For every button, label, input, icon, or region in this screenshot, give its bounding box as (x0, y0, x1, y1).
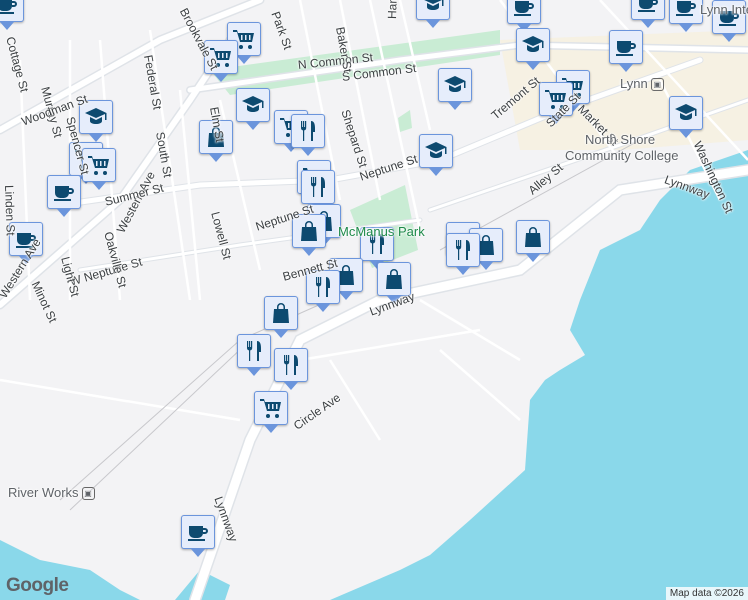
coffee-marker[interactable] (47, 175, 81, 217)
shopping-icon (301, 221, 317, 241)
cart-icon (88, 156, 109, 175)
education-marker[interactable] (516, 28, 550, 70)
restaurant-icon (284, 355, 298, 375)
education-marker[interactable] (419, 134, 453, 176)
restaurant-icon (311, 177, 325, 197)
river-works-name: River Works (8, 485, 79, 500)
train-station-icon: ▣ (81, 487, 95, 501)
coffee-marker[interactable] (181, 515, 215, 557)
street-label: Linden St (2, 184, 18, 236)
education-marker[interactable] (416, 0, 450, 28)
street-label: Hanover St (385, 0, 401, 19)
coffee-icon (514, 1, 534, 16)
college-label-line1[interactable]: North Shore (585, 132, 655, 147)
coffee-marker[interactable] (0, 0, 24, 30)
shopping-marker[interactable] (516, 220, 550, 262)
coffee-icon (188, 526, 208, 541)
education-marker[interactable] (669, 96, 703, 138)
train-station-icon: ▣ (650, 78, 664, 92)
coffee-icon (0, 0, 17, 14)
education-icon (425, 142, 447, 158)
cart-icon (260, 399, 281, 418)
restaurant-icon (316, 277, 330, 297)
cart-marker[interactable] (254, 391, 288, 433)
map-attribution[interactable]: Map data ©2026 (665, 587, 748, 600)
restaurant-marker[interactable] (301, 170, 335, 212)
river-works-label[interactable]: River Works ▣ (8, 485, 95, 501)
coffee-icon (676, 1, 696, 16)
shopping-icon (386, 269, 402, 289)
education-icon (675, 104, 697, 120)
coffee-marker[interactable] (609, 30, 643, 72)
restaurant-marker[interactable] (446, 233, 480, 275)
google-logo[interactable]: Google (6, 575, 69, 597)
shopping-icon (273, 303, 289, 323)
park-label: McManus Park (338, 224, 425, 239)
restaurant-marker[interactable] (274, 348, 308, 390)
lynn-station-name: Lynn (620, 76, 648, 91)
lynn-intl-label: Lynn Intern (700, 2, 748, 17)
restaurant-marker[interactable] (291, 114, 325, 156)
education-icon (522, 36, 544, 52)
coffee-marker[interactable] (631, 0, 665, 28)
restaurant-icon (301, 121, 315, 141)
coffee-icon (638, 0, 658, 12)
shopping-marker[interactable] (264, 296, 298, 338)
coffee-marker[interactable] (669, 0, 703, 32)
restaurant-icon (247, 341, 261, 361)
coffee-icon (54, 186, 74, 201)
education-icon (85, 108, 107, 124)
shopping-icon (525, 227, 541, 247)
college-label-line2[interactable]: Community College (565, 148, 678, 163)
education-marker[interactable] (236, 88, 270, 130)
coffee-icon (616, 41, 636, 56)
education-icon (242, 96, 264, 112)
restaurant-icon (456, 240, 470, 260)
restaurant-marker[interactable] (237, 334, 271, 376)
education-icon (424, 0, 444, 10)
education-icon (444, 76, 466, 92)
lynn-station-label[interactable]: Lynn ▣ (620, 76, 664, 92)
coffee-marker[interactable] (507, 0, 541, 32)
education-marker[interactable] (438, 68, 472, 110)
